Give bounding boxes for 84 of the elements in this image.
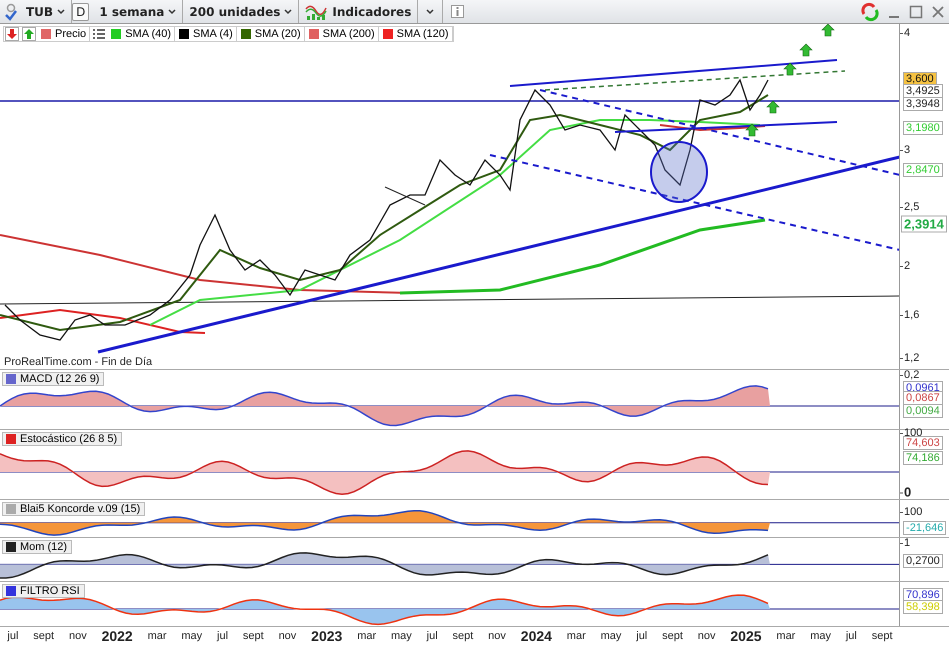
- timeframe-dropdown[interactable]: 1 semana: [93, 0, 184, 23]
- indicator-label[interactable]: Mom (12): [2, 540, 72, 554]
- legend-item[interactable]: SMA (200): [306, 27, 379, 41]
- caret-icon: [284, 8, 292, 14]
- date-axis-label: may: [181, 630, 202, 642]
- date-axis-label: sept: [662, 630, 683, 642]
- date-axis-label: nov: [278, 630, 296, 642]
- legend-label: SMA (200): [322, 28, 375, 40]
- date-axis-label: 2022: [102, 628, 133, 644]
- up-arrow-icon: [821, 24, 835, 36]
- date-axis-label: nov: [68, 630, 87, 642]
- date-axis-label: may: [600, 630, 622, 642]
- indicator-title: Estocástico (26 8 5): [20, 433, 118, 445]
- value-tag: 74,603: [903, 436, 943, 450]
- date-axis-label: may: [391, 630, 412, 642]
- caret-icon: [426, 8, 434, 14]
- legend-label: SMA (4): [193, 28, 233, 40]
- date-axis-label: nov: [698, 630, 716, 642]
- price-tag: 2,8470: [903, 163, 943, 177]
- list-icon[interactable]: [92, 27, 106, 41]
- indicator-title: MACD (12 26 9): [20, 373, 100, 385]
- date-axis-label: 2025: [730, 628, 762, 644]
- indicator-title: FILTRO RSI: [20, 585, 80, 597]
- caret-icon: [168, 8, 176, 14]
- date-axis-label: sept: [242, 630, 264, 642]
- date-axis-label: mar: [566, 630, 586, 642]
- value-tag: -21,646: [903, 521, 946, 535]
- date-axis-label: jul: [636, 630, 648, 642]
- date-axis-label: nov: [488, 630, 506, 642]
- arrow-up-icon[interactable]: [22, 27, 36, 41]
- value-tag: 58,398: [903, 600, 943, 614]
- maximize-icon[interactable]: [909, 4, 923, 18]
- price-tag: 2,3914: [901, 216, 947, 232]
- indicator-label[interactable]: MACD (12 26 9): [2, 372, 104, 386]
- legend-label: SMA (20): [254, 28, 301, 40]
- value-tag: 74,186: [903, 451, 943, 465]
- date-axis-label: jul: [846, 630, 857, 642]
- legend-label: Precio: [55, 28, 86, 40]
- indicator-label[interactable]: Blai5 Koncorde v.09 (15): [2, 502, 146, 516]
- price-tag: 3,1980: [903, 121, 943, 135]
- legend-item[interactable]: SMA (4): [176, 27, 237, 41]
- legend-item[interactable]: SMA (120): [380, 27, 453, 41]
- date-axis-label: mar: [148, 630, 167, 642]
- date-axis-label: 2023: [311, 628, 342, 644]
- info-icon[interactable]: [451, 5, 464, 18]
- date-axis-label: sept: [872, 630, 893, 642]
- legend-label: SMA (40): [125, 28, 172, 40]
- value-tag: 0,0094: [903, 404, 943, 418]
- period-button[interactable]: D: [72, 2, 90, 20]
- units-dropdown[interactable]: 200 unidades: [183, 0, 300, 23]
- up-arrow-icon: [799, 44, 813, 56]
- indicator-title: Mom (12): [20, 541, 68, 553]
- legend-item[interactable]: Precio: [38, 27, 90, 41]
- legend-label: SMA (120): [396, 28, 449, 40]
- date-axis-label: jul: [426, 630, 438, 642]
- date-axis-label: jul: [217, 630, 228, 642]
- up-arrow-icon: [783, 62, 797, 76]
- arrow-down-icon[interactable]: [5, 27, 19, 41]
- highlight-ellipse: [650, 141, 708, 203]
- up-arrow-icon: [745, 124, 759, 136]
- up-arrow-icon: [766, 100, 780, 114]
- caret-icon: [57, 8, 66, 14]
- date-axis-label: jul: [7, 630, 18, 642]
- price-tag: 3,4925: [903, 84, 943, 98]
- date-axis-label: sept: [452, 630, 474, 642]
- date-axis-label: mar: [776, 630, 796, 642]
- indicator-label[interactable]: FILTRO RSI: [2, 584, 85, 598]
- date-axis-label: may: [810, 630, 831, 642]
- date-axis-label: sept: [33, 630, 54, 642]
- date-axis-label: mar: [357, 630, 376, 642]
- chart-lines-icon: [305, 2, 328, 20]
- price-tag: 3,3948: [903, 97, 943, 111]
- legend-item[interactable]: SMA (20): [238, 27, 305, 41]
- indicator-title: Blai5 Koncorde v.09 (15): [20, 503, 140, 515]
- pin-check-icon[interactable]: [5, 2, 17, 20]
- value-tag: 0,0867: [903, 391, 943, 405]
- close-icon[interactable]: [931, 4, 945, 18]
- date-axis-label: 2024: [520, 628, 552, 644]
- value-tag: 0,2700: [903, 554, 943, 568]
- indicators-button[interactable]: Indicadores: [299, 0, 418, 23]
- data-source-label: ProRealTime.com - Fin de Día: [4, 356, 152, 368]
- indicator-label[interactable]: Estocástico (26 8 5): [2, 432, 122, 446]
- legend-item[interactable]: SMA (40): [108, 27, 176, 41]
- refresh-icon[interactable]: [860, 2, 880, 22]
